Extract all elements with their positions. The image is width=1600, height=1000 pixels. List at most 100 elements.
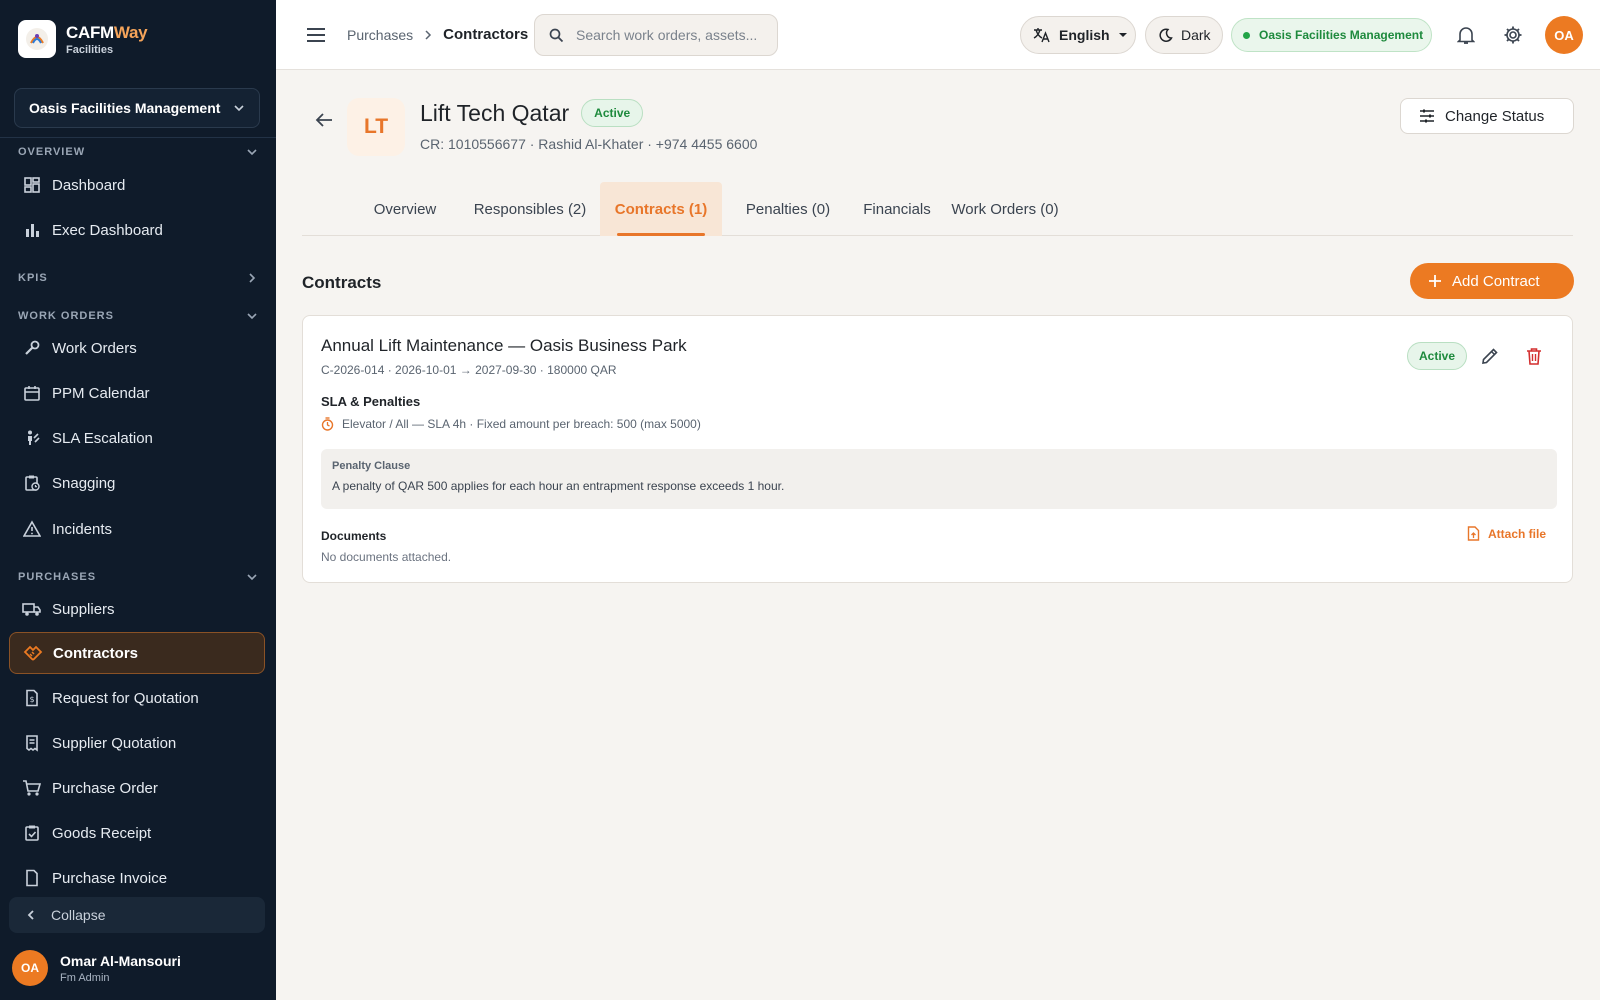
sidebar-item-exec-dashboard[interactable]: Exec Dashboard	[9, 209, 265, 251]
collapse-button[interactable]: Collapse	[9, 897, 265, 933]
section-kpis[interactable]: KPIS	[18, 267, 258, 289]
org-selector[interactable]: Oasis Facilities Management	[14, 88, 260, 128]
user-profile[interactable]: OA Omar Al-Mansouri Fm Admin	[12, 950, 181, 986]
tab-work-orders[interactable]: Work Orders (0)	[944, 182, 1066, 236]
caret-down-icon	[1118, 33, 1127, 37]
breadcrumb-contractors: Contractors	[443, 26, 529, 43]
section-purchases[interactable]: PURCHASES	[18, 566, 258, 588]
chevron-down-icon	[247, 313, 257, 320]
attach-file-button[interactable]: Attach file	[1467, 526, 1546, 541]
org-badge-label: Oasis Facilities Management	[1259, 28, 1424, 42]
translate-icon	[1033, 28, 1050, 43]
invoice-icon	[22, 868, 42, 888]
sidebar-item-work-orders[interactable]: Work Orders	[9, 327, 265, 369]
sidebar-item-suppliers[interactable]: Suppliers	[9, 588, 265, 630]
penalty-clause: Penalty Clause A penalty of QAR 500 appl…	[321, 449, 1557, 509]
tab-penalties[interactable]: Penalties (0)	[726, 182, 850, 236]
status-dot-icon	[1243, 31, 1250, 39]
tab-contracts[interactable]: Contracts (1)	[600, 182, 722, 236]
dashboard-icon	[22, 175, 42, 195]
chevron-down-icon	[247, 149, 257, 156]
sidebar-item-label: Purchase Invoice	[52, 869, 168, 887]
attach-file-label: Attach file	[1488, 526, 1547, 541]
penalty-clause-text: A penalty of QAR 500 applies for each ho…	[332, 479, 785, 493]
clipboard-clock-icon	[22, 473, 42, 493]
brand[interactable]: CAFMWay Facilities	[18, 20, 148, 58]
change-status-label: Change Status	[1445, 107, 1545, 125]
change-status-button[interactable]: Change Status	[1400, 98, 1574, 134]
back-button[interactable]	[312, 108, 336, 132]
search-box[interactable]	[534, 14, 778, 56]
sidebar-item-purchase-order[interactable]: Purchase Order	[9, 767, 265, 809]
penalty-clause-label: Penalty Clause	[332, 460, 411, 472]
tab-bar: Overview Responsibles (2) Contracts (1) …	[302, 182, 1573, 236]
sidebar-item-label: PPM Calendar	[52, 384, 150, 402]
delete-icon[interactable]	[1523, 345, 1545, 367]
sidebar-item-ppm-calendar[interactable]: PPM Calendar	[9, 372, 265, 414]
search-input[interactable]	[576, 27, 766, 43]
warning-icon	[22, 519, 42, 539]
sidebar-item-label: Supplier Quotation	[52, 734, 177, 752]
receipt-icon	[22, 733, 42, 753]
sidebar-item-label: Dashboard	[52, 176, 126, 194]
contract-card: Annual Lift Maintenance — Oasis Business…	[302, 315, 1573, 583]
tab-overview[interactable]: Overview	[362, 182, 448, 236]
add-contract-button[interactable]: Add Contract	[1410, 263, 1574, 299]
chevron-down-icon	[234, 105, 244, 112]
sidebar-item-contractors[interactable]: Contractors	[9, 632, 265, 674]
sidebar-item-label: Incidents	[52, 520, 113, 538]
section-work-orders[interactable]: WORK ORDERS	[18, 305, 258, 327]
section-label: WORK ORDERS	[18, 310, 114, 322]
tab-financials[interactable]: Financials	[854, 182, 940, 236]
brand-name: CAFM	[66, 22, 114, 42]
chevron-down-icon	[247, 574, 257, 581]
breadcrumb: Purchases Contractors	[347, 26, 528, 43]
page-title: Lift Tech Qatar	[420, 99, 570, 126]
brand-subtitle: Facilities	[66, 43, 114, 56]
topbar: Purchases Contractors English Dark Oasis…	[276, 0, 1600, 70]
sidebar-nav[interactable]: OVERVIEW Dashboard Exec Dashboard KPIS W…	[0, 138, 276, 890]
chevron-right-icon	[425, 29, 432, 40]
sidebar-item-label: SLA Escalation	[52, 429, 153, 447]
sidebar-item-label: Purchase Order	[52, 779, 158, 797]
bar-chart-icon	[22, 220, 42, 240]
contracts-section-title: Contracts	[302, 273, 382, 292]
svg-text:$: $	[29, 695, 34, 704]
gear-icon[interactable]	[1501, 23, 1525, 47]
section-overview[interactable]: OVERVIEW	[18, 141, 258, 163]
documents-heading: Documents	[321, 529, 387, 543]
org-badge[interactable]: Oasis Facilities Management	[1231, 18, 1432, 52]
sidebar-item-dashboard[interactable]: Dashboard	[9, 164, 265, 206]
sidebar-item-rfq[interactable]: $ Request for Quotation	[9, 677, 265, 719]
bell-icon[interactable]	[1454, 23, 1478, 47]
sidebar: CAFMWay Facilities Oasis Facilities Mana…	[0, 0, 276, 1000]
sidebar-item-purchase-invoice[interactable]: Purchase Invoice	[9, 857, 265, 890]
avatar[interactable]: OA	[1545, 16, 1583, 54]
breadcrumb-purchases[interactable]: Purchases	[347, 27, 413, 43]
sidebar-item-label: Request for Quotation	[52, 689, 199, 707]
org-selector-label: Oasis Facilities Management	[29, 100, 221, 116]
sidebar-item-snagging[interactable]: Snagging	[9, 462, 265, 504]
cart-icon	[22, 778, 42, 798]
search-icon	[549, 28, 564, 42]
calendar-icon	[22, 383, 42, 403]
menu-icon[interactable]	[304, 23, 328, 47]
escalator-person-icon	[22, 428, 42, 448]
user-name: Omar Al-Mansouri	[60, 952, 181, 969]
sidebar-item-supplier-quotation[interactable]: Supplier Quotation	[9, 722, 265, 764]
section-label: KPIS	[18, 272, 48, 284]
theme-label: Dark	[1181, 27, 1211, 43]
sla-rule-text: Elevator / All — SLA 4h · Fixed amount p…	[342, 417, 701, 431]
sidebar-item-goods-receipt[interactable]: Goods Receipt	[9, 812, 265, 854]
tab-responsibles[interactable]: Responsibles (2)	[456, 182, 604, 236]
theme-toggle[interactable]: Dark	[1145, 16, 1223, 54]
sidebar-item-incidents[interactable]: Incidents	[9, 508, 265, 550]
sidebar-item-sla-escalation[interactable]: SLA Escalation	[9, 417, 265, 459]
moon-icon	[1159, 27, 1173, 42]
edit-icon[interactable]	[1479, 345, 1501, 367]
language-selector[interactable]: English	[1020, 16, 1136, 54]
contract-title: Annual Lift Maintenance — Oasis Business…	[321, 336, 687, 355]
sla-heading: SLA & Penalties	[321, 394, 421, 409]
dollar-document-icon: $	[22, 688, 42, 708]
plus-icon	[1429, 275, 1441, 287]
